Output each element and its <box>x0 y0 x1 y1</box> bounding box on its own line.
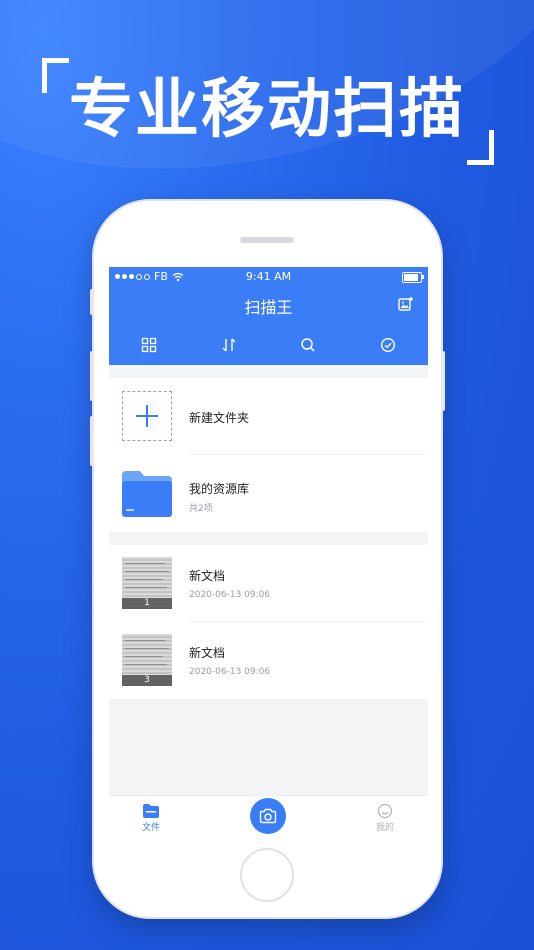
folder-title: 我的资源库 <box>189 482 250 496</box>
document-title: 新文档 <box>189 569 226 583</box>
page-count-badge: 3 <box>122 675 172 686</box>
phone-speaker <box>240 237 294 243</box>
document-thumbnail: 1 <box>122 557 172 609</box>
phone-side-button <box>90 289 94 315</box>
new-folder-box <box>122 391 172 441</box>
tab-mine[interactable]: 我的 <box>355 796 415 833</box>
file-icon <box>143 804 159 818</box>
camera-icon <box>259 808 277 824</box>
plus-icon <box>136 405 158 427</box>
list-item-document[interactable]: 1 新文档 2020-06-13 09:06 <box>109 545 428 622</box>
battery-fill <box>404 274 418 281</box>
phone-side-button <box>441 351 445 411</box>
smiley-icon <box>377 803 393 819</box>
toolbar <box>109 333 428 357</box>
app-header: FB 9:41 AM 扫描王 <box>109 267 428 365</box>
status-time: 9:41 AM <box>245 270 292 283</box>
image-add-icon[interactable] <box>398 296 414 312</box>
documents-card: 1 新文档 2020-06-13 09:06 3 新文档 2020-06-13 … <box>109 545 428 699</box>
check-circle-icon <box>381 337 396 353</box>
folder-title: 新建文件夹 <box>189 411 250 425</box>
bracket-bottom-right <box>467 130 494 165</box>
folders-card: 新建文件夹 我的资源库 共2项 <box>109 378 428 532</box>
document-date: 2020-06-13 09:06 <box>189 590 271 600</box>
folder-icon <box>122 471 172 517</box>
list-item-document[interactable]: 3 新文档 2020-06-13 09:06 <box>109 622 428 699</box>
list-item-folder[interactable]: 我的资源库 共2项 <box>109 455 428 532</box>
app-screen: FB 9:41 AM 扫描王 新建文件夹 我的资源库 共2项 1 新文档 202… <box>109 267 428 837</box>
phone-side-button <box>90 351 94 401</box>
document-thumbnail: 3 <box>122 634 172 686</box>
toolbar-search[interactable] <box>269 333 349 357</box>
document-date: 2020-06-13 09:06 <box>189 667 271 677</box>
grid-icon <box>141 337 157 353</box>
toolbar-select[interactable] <box>348 333 428 357</box>
tab-files[interactable]: 文件 <box>121 796 181 833</box>
status-bar: FB 9:41 AM <box>109 267 428 287</box>
search-icon <box>301 338 315 352</box>
promo-headline: 专业移动扫描 <box>69 73 465 147</box>
toolbar-sort[interactable] <box>189 333 269 357</box>
page-title: 扫描王 <box>244 298 293 317</box>
tab-label: 我的 <box>375 823 394 833</box>
folder-subtitle: 共2项 <box>189 504 213 514</box>
sort-icon <box>222 338 236 352</box>
document-title: 新文档 <box>189 646 226 660</box>
toolbar-grid[interactable] <box>109 333 189 357</box>
battery-icon <box>402 272 424 283</box>
phone-side-button <box>90 416 94 466</box>
camera-button[interactable] <box>250 798 286 834</box>
home-button[interactable] <box>240 848 294 902</box>
list-item-new-folder[interactable]: 新建文件夹 <box>109 378 428 455</box>
tab-label: 文件 <box>141 823 160 833</box>
page-count-badge: 1 <box>122 598 172 609</box>
